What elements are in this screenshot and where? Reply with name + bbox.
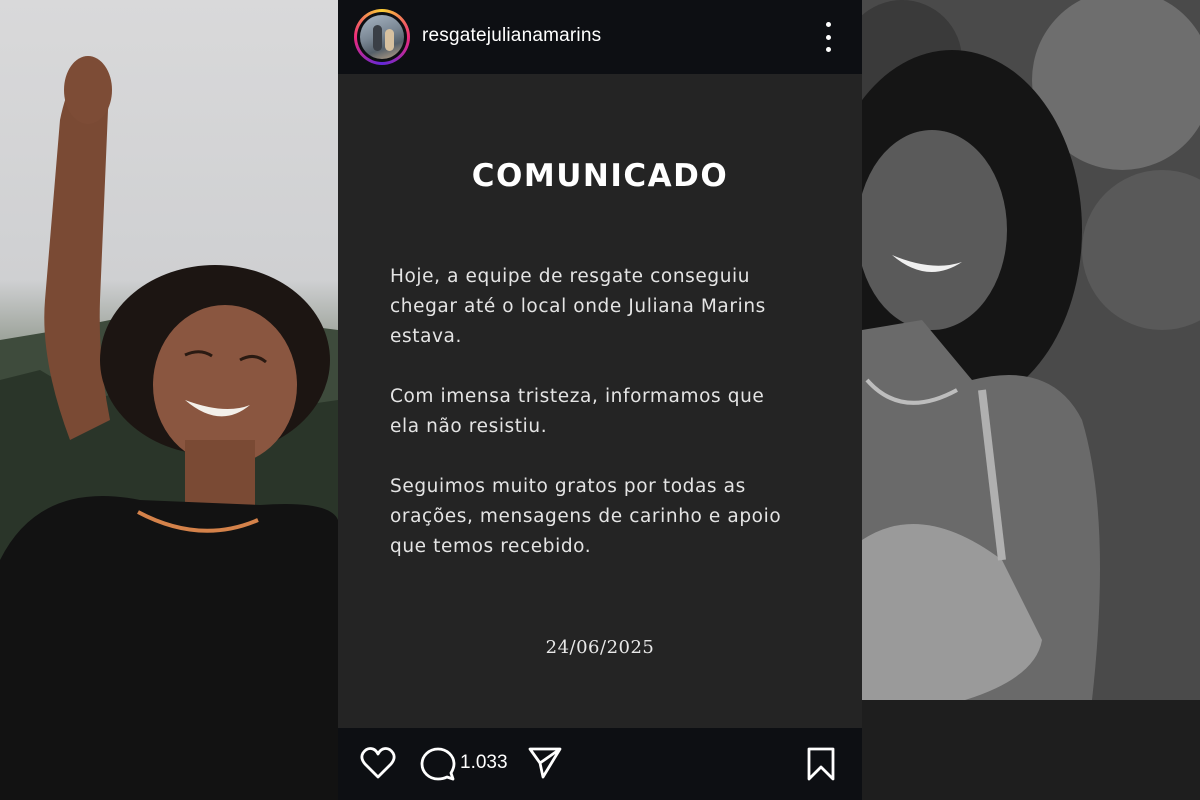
post-actions-bar: 1.033 xyxy=(338,728,862,800)
photo-right xyxy=(862,0,1200,800)
post-paragraph: Com imensa tristeza, informamos que ela … xyxy=(390,386,765,437)
bookmark-icon[interactable] xyxy=(806,746,836,787)
post-title: COMUNICADO xyxy=(471,158,729,194)
post-paragraph: Hoje, a equipe de resgate conseguiu cheg… xyxy=(390,266,766,347)
comments-count: 1.033 xyxy=(460,752,508,773)
photo-right-illustration xyxy=(862,0,1200,800)
avatar-image xyxy=(360,15,404,59)
username[interactable]: resgatejulianamarins xyxy=(422,25,601,47)
comment-icon[interactable] xyxy=(420,746,456,787)
avatar[interactable] xyxy=(354,9,410,65)
send-icon[interactable] xyxy=(528,746,562,785)
post-body: Hoje, a equipe de resgate conseguiu cheg… xyxy=(390,262,820,592)
photo-left xyxy=(0,0,338,800)
post-date: 24/06/2025 xyxy=(545,637,655,658)
photo-left-illustration xyxy=(0,56,338,800)
collage: resgatejulianamarins COMUNICADO Hoje, a … xyxy=(0,0,1200,800)
more-vertical-icon[interactable] xyxy=(818,22,838,52)
heart-icon[interactable] xyxy=(360,746,396,785)
instagram-post: resgatejulianamarins COMUNICADO Hoje, a … xyxy=(338,0,862,800)
post-header: resgatejulianamarins xyxy=(338,0,862,74)
post-paragraph: Seguimos muito gratos por todas as oraçõ… xyxy=(390,476,782,557)
